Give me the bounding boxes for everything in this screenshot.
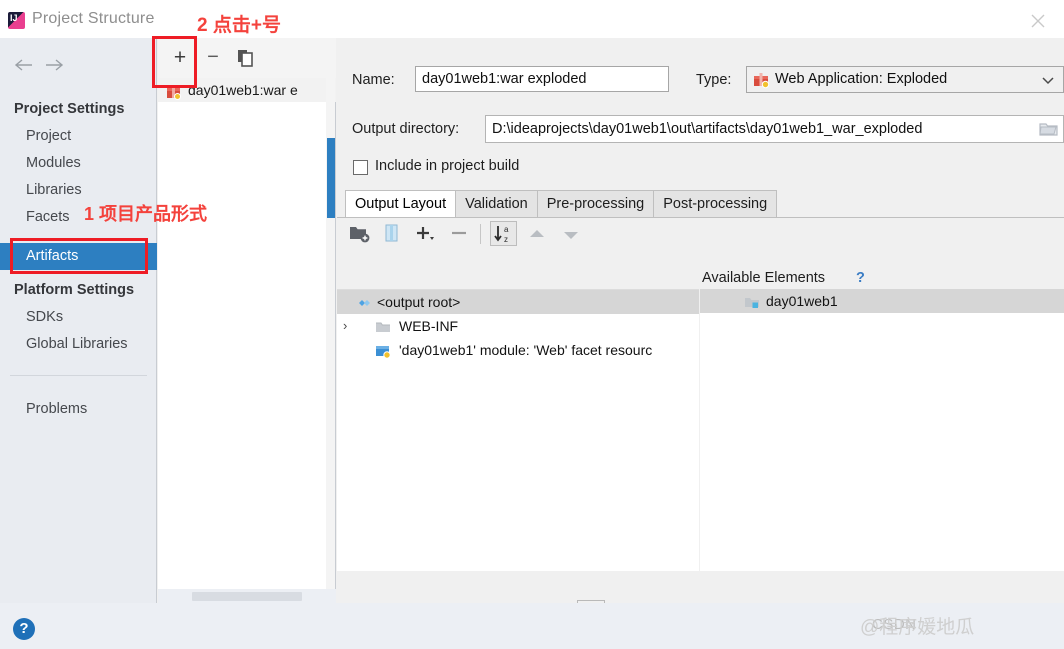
table-row[interactable]: day01web1	[700, 289, 1064, 313]
artifact-list-scroll-track[interactable]	[326, 78, 335, 603]
sidebar-item-libraries[interactable]: Libraries	[0, 177, 157, 204]
list-item[interactable]: day01web1:war e	[158, 78, 336, 102]
page-title: Project Structure	[32, 10, 155, 27]
copy-artifact-button[interactable]	[233, 46, 259, 70]
type-label: Type:	[696, 72, 732, 88]
remove-artifact-button[interactable]: −	[200, 46, 226, 70]
table-row[interactable]: 'day01web1' module: 'Web' facet resourc	[337, 338, 699, 362]
sidebar-item-project[interactable]: Project	[0, 123, 157, 150]
artifact-war-icon	[166, 83, 181, 100]
available-elements-help-icon[interactable]: ?	[856, 270, 865, 286]
type-select[interactable]: Web Application: Exploded	[746, 66, 1064, 93]
artifact-detail-panel: Name: day01web1:war exploded Type: Web A…	[337, 38, 1064, 624]
sidebar-item-problems[interactable]: Problems	[0, 396, 157, 423]
intellij-idea-icon	[8, 12, 25, 29]
table-row-label: day01web1	[766, 293, 838, 309]
name-input[interactable]: day01web1:war exploded	[415, 66, 669, 92]
add-directory-button[interactable]	[347, 222, 373, 246]
artifact-list-toolbar: + −	[158, 38, 336, 78]
include-in-build-checkbox[interactable]	[353, 160, 368, 175]
tab-post-processing[interactable]: Post-processing	[653, 190, 778, 217]
tab-validation[interactable]: Validation	[455, 190, 538, 217]
tab-output-layout[interactable]: Output Layout	[345, 190, 457, 217]
output-layout-tree: <output root> › WEB-INF 'day01web1' modu…	[337, 289, 699, 571]
help-icon[interactable]: ?	[13, 618, 35, 640]
name-label: Name:	[352, 72, 395, 88]
table-row-label: WEB-INF	[399, 318, 459, 334]
add-archive-button[interactable]	[380, 222, 406, 246]
sidebar-group-platform-settings: Platform Settings	[14, 282, 135, 298]
svg-text:a: a	[504, 225, 509, 234]
chevron-down-icon[interactable]	[1041, 67, 1055, 92]
add-artifact-button[interactable]: +	[167, 46, 193, 70]
project-structure-dialog: Project Structure Project Settings Platf…	[0, 0, 1064, 649]
settings-sidebar: Project Settings Platform Settings Proje…	[0, 38, 157, 603]
minus-icon: −	[207, 46, 219, 68]
move-up-button[interactable]	[525, 222, 551, 246]
include-in-build-label: Include in project build	[375, 158, 520, 174]
type-select-value: Web Application: Exploded	[775, 71, 948, 87]
dialog-footer: ? OK Cancel	[0, 603, 1064, 649]
artifact-list-panel: + − day01web1:war e	[158, 38, 336, 603]
output-layout-toolbar: a z	[337, 218, 1064, 250]
move-down-button[interactable]	[559, 222, 585, 246]
sidebar-item-modules[interactable]: Modules	[0, 150, 157, 177]
sidebar-item-artifacts[interactable]: Artifacts	[0, 243, 157, 270]
artifact-list-scrollbar-thumb[interactable]	[327, 138, 335, 218]
available-elements-label: Available Elements	[702, 270, 826, 286]
module-icon	[744, 293, 760, 309]
sidebar-item-facets[interactable]: Facets	[0, 204, 157, 231]
toolbar-divider	[480, 224, 481, 244]
table-row[interactable]: <output root>	[337, 290, 699, 314]
sidebar-item-global-libraries[interactable]: Global Libraries	[0, 331, 157, 358]
artifact-list-hscrollbar[interactable]	[158, 589, 336, 603]
sort-button[interactable]: a z	[490, 221, 517, 246]
remove-button[interactable]	[447, 222, 473, 246]
folder-icon	[375, 318, 391, 334]
arrow-left-icon[interactable]	[10, 54, 38, 76]
detail-tabs: Output Layout Validation Pre-processing …	[345, 190, 778, 217]
output-directory-label: Output directory:	[352, 121, 460, 137]
svg-text:z: z	[504, 235, 508, 244]
chevron-right-icon[interactable]: ›	[343, 314, 357, 338]
available-elements-tree: day01web1	[700, 289, 1064, 571]
module-web-icon	[375, 342, 391, 359]
plus-icon: +	[173, 46, 187, 69]
folder-browse-icon[interactable]	[1039, 120, 1058, 136]
sidebar-group-project-settings: Project Settings	[14, 101, 125, 117]
sidebar-item-sdks[interactable]: SDKs	[0, 304, 157, 331]
close-icon[interactable]	[1016, 4, 1060, 36]
add-copy-of-button[interactable]	[413, 222, 439, 246]
title-bar: Project Structure	[0, 0, 1064, 38]
list-item-label: day01web1:war e	[188, 82, 298, 98]
output-root-icon	[355, 294, 371, 310]
arrow-right-icon[interactable]	[40, 54, 68, 76]
help-icon-label: ?	[19, 620, 29, 637]
table-row-label: 'day01web1' module: 'Web' facet resourc	[399, 342, 653, 358]
table-row-label: <output root>	[377, 294, 461, 310]
war-exploded-icon	[753, 72, 770, 89]
output-directory-input[interactable]: D:\ideaprojects\day01web1\out\artifacts\…	[485, 115, 1064, 143]
tab-pre-processing[interactable]: Pre-processing	[536, 190, 655, 217]
table-row[interactable]: › WEB-INF	[337, 314, 699, 338]
artifact-list-hscrollbar-thumb[interactable]	[192, 592, 302, 601]
navigation-arrows	[10, 54, 90, 78]
sidebar-divider	[10, 375, 147, 376]
